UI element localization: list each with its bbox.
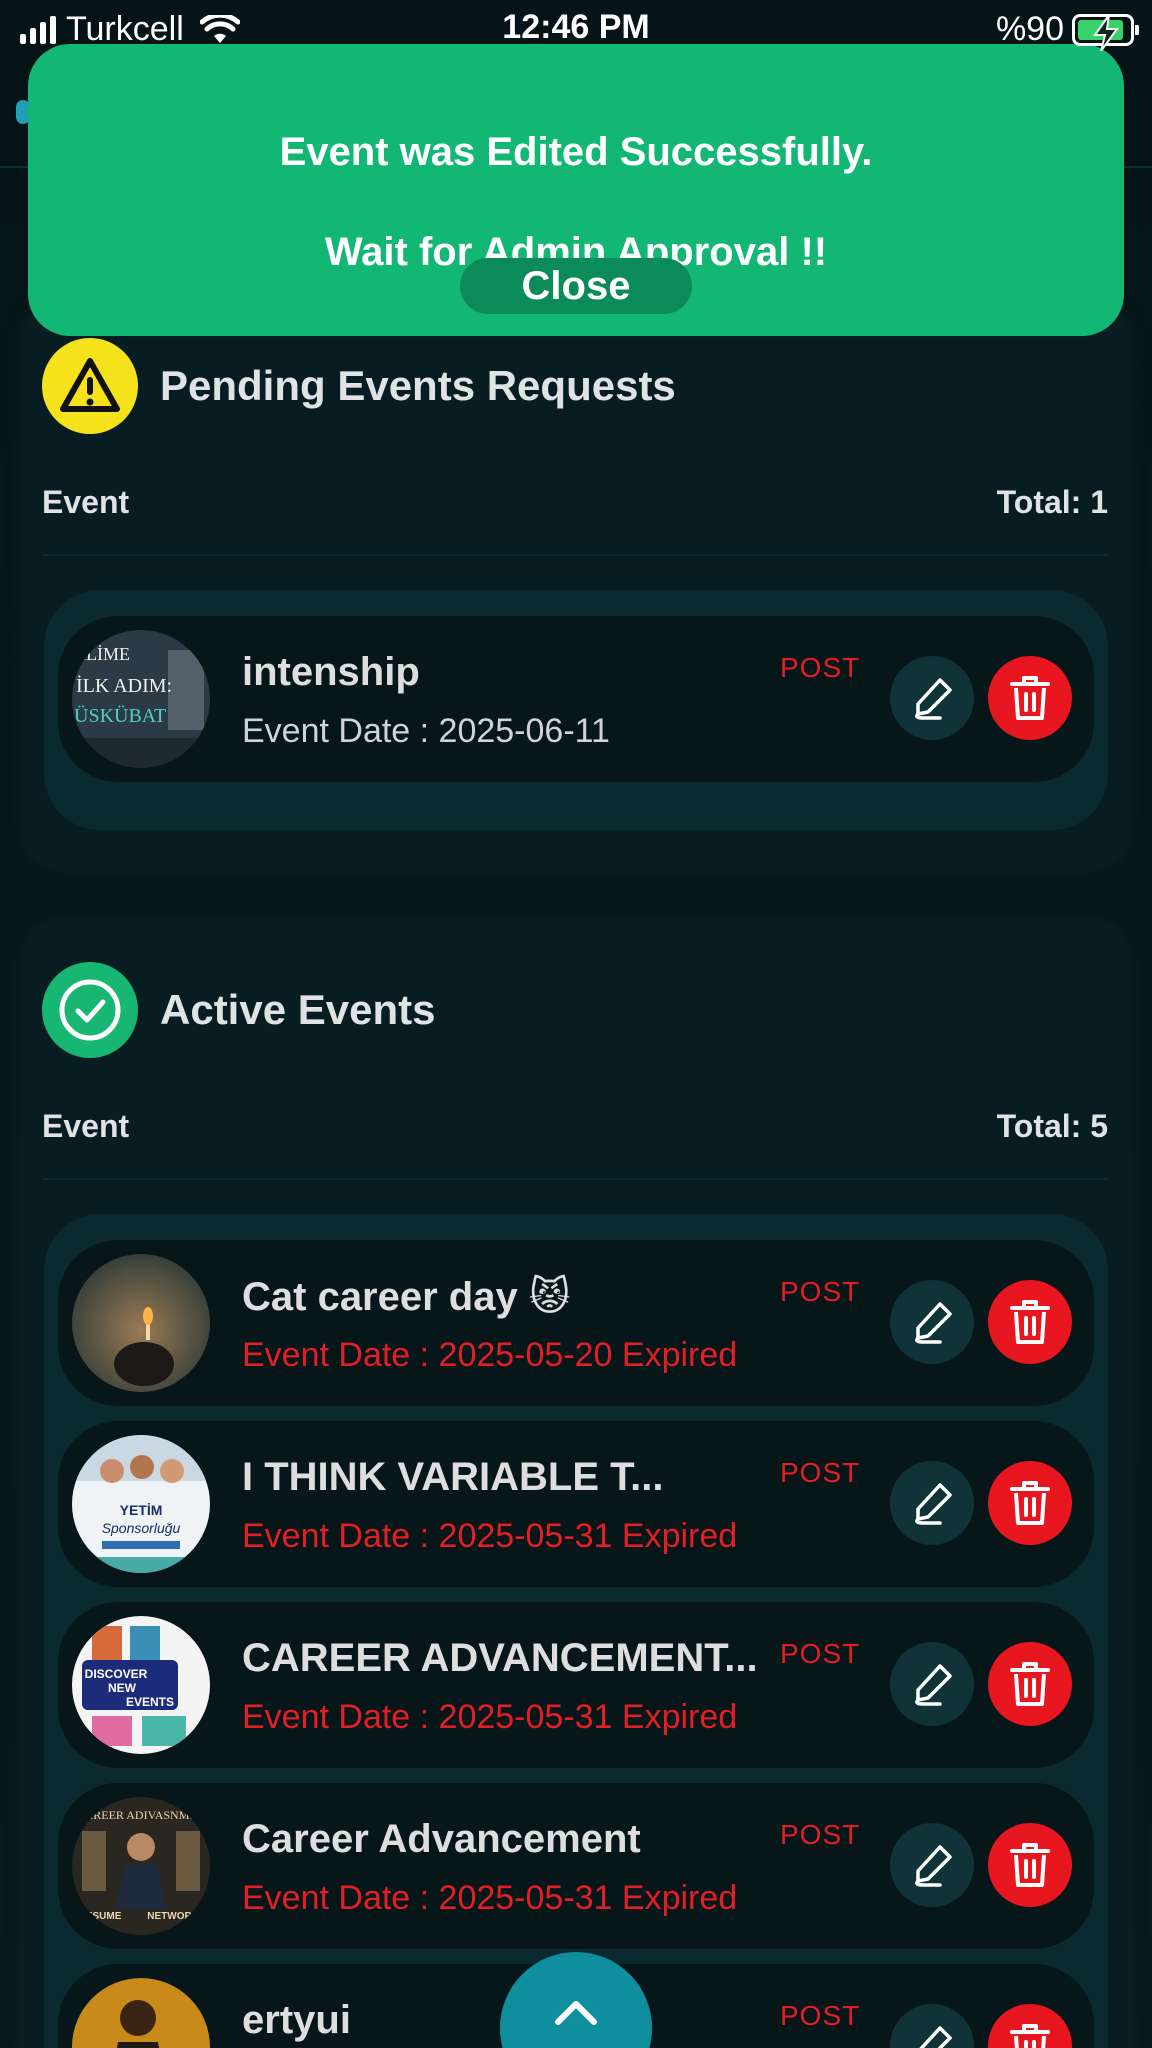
delete-button[interactable] [988,1280,1072,1364]
divider [42,1178,1108,1180]
delete-button[interactable] [988,1823,1072,1907]
post-tag: POST [780,1276,861,1307]
edit-button[interactable] [890,1642,974,1726]
toast-close-button[interactable]: Close [460,258,692,314]
post-tag: POST [780,1638,861,1669]
trash-icon [1010,1300,1050,1344]
trash-icon [1010,2024,1050,2048]
pending-events-section: Pending Events Requests Event Total: 1 İ… [24,300,1128,870]
pencil-icon [915,678,952,720]
list-item[interactable]: DISCOVER NEW EVENTS CAREER ADVANCEMENT..… [58,1602,1094,1768]
event-thumbnail: İLİME İLK ADIM: ÜSKÜBAT [72,630,210,768]
post-tag: POST [780,2000,861,2031]
battery-icon [1072,13,1139,51]
event-title: Cat career day 😾 [242,1275,571,1319]
event-title: Career Advancement [242,1817,641,1861]
pencil-icon [915,1664,952,1706]
svg-text:İLİME: İLİME [80,644,130,664]
post-tag: POST [780,1457,861,1488]
event-title: I THINK VARIABLE T... [242,1455,664,1499]
post-tag: POST [780,1819,861,1850]
edit-button[interactable] [890,1823,974,1907]
event-date: Event Date : 2025-05-31 Expired [242,1517,738,1555]
list-item[interactable]: Cat career day 😾 Event Date : 2025-05-20… [58,1240,1094,1406]
svg-text:YETİM: YETİM [120,1502,163,1518]
event-date: Event Date : 2025-05-31 Expired [242,1879,738,1917]
edit-button[interactable] [890,1461,974,1545]
success-toast: Event was Edited Successfully. Wait for … [28,44,1124,336]
event-thumbnail: DISCOVER NEW EVENTS [72,1616,210,1754]
active-events-section: Active Events Event Total: 5 Cat career … [24,920,1128,2048]
trash-icon [1010,1662,1050,1706]
delete-button[interactable] [988,1461,1072,1545]
edit-button[interactable] [890,1280,974,1364]
event-thumbnail [72,1254,210,1392]
column-label: Event [42,484,130,520]
list-item[interactable]: CAREER ADIVASNMEN RESUME NETWORKING Care… [58,1783,1094,1949]
event-list: Cat career day 😾 Event Date : 2025-05-20… [44,1214,1108,2048]
svg-text:CAREER ADIVASNMEN: CAREER ADIVASNMEN [77,1808,206,1822]
svg-text:NEW: NEW [108,1681,137,1695]
section-title: Active Events [160,986,436,1033]
svg-text:DISCOVER: DISCOVER [85,1667,148,1681]
list-item[interactable]: İLİME İLK ADIM: ÜSKÜBAT intenship Event … [58,616,1094,782]
svg-text:NETWORKING: NETWORKING [147,1911,210,1922]
total-count: Total: 1 [996,484,1108,520]
divider [42,554,1108,556]
pencil-icon [915,1483,952,1525]
event-date: Event Date : 2025-05-20 Expired [242,1336,738,1374]
event-title: CAREER ADVANCEMENT... [242,1636,758,1680]
battery-percent: %90 [995,10,1064,48]
delete-button[interactable] [988,1642,1072,1726]
edit-button[interactable] [890,2004,974,2048]
event-thumbnail: CAREER ADIVASNMEN RESUME NETWORKING [72,1797,210,1935]
trash-icon [1010,676,1050,720]
pencil-icon [915,1302,952,1344]
event-date: Event Date : 2025-06-11 [242,712,610,750]
svg-text:ÜSKÜBAT: ÜSKÜBAT [74,704,166,727]
edit-button[interactable] [890,656,974,740]
column-label: Event [42,1108,130,1144]
event-title: ertyui [242,1998,351,2042]
clock: 12:46 PM [502,8,650,46]
trash-icon [1010,1843,1050,1887]
toast-message: Event was Edited Successfully. [279,130,873,174]
trash-icon [1010,1481,1050,1525]
pencil-icon [915,1845,952,1887]
svg-text:İLK ADIM:: İLK ADIM: [76,674,172,697]
delete-button[interactable] [988,656,1072,740]
event-thumbnail [72,1978,210,2048]
event-date: Event Date : 2025-05-31 Expired [242,1698,738,1736]
check-circle-icon [42,962,138,1058]
status-bar: Turkcell 12:46 PM %90 [0,0,1152,56]
pencil-icon [919,2026,952,2048]
warning-icon [42,338,138,434]
total-count: Total: 5 [996,1108,1108,1144]
svg-text:EVENTS: EVENTS [126,1695,174,1709]
list-item[interactable]: YETİM Sponsorluğu I THINK VARIABLE T... … [58,1421,1094,1587]
post-tag: POST [780,652,861,683]
event-list: İLİME İLK ADIM: ÜSKÜBAT intenship Event … [44,590,1108,830]
event-title: intenship [242,650,420,694]
svg-text:RESUME: RESUME [79,1911,122,1922]
section-title: Pending Events Requests [160,362,676,409]
delete-button[interactable] [988,2004,1072,2048]
event-thumbnail: YETİM Sponsorluğu [72,1435,210,1573]
svg-text:Sponsorluğu: Sponsorluğu [102,1520,181,1536]
chevron-up-icon [555,2001,597,2025]
events-screen: Turkcell 12:46 PM %90 Event was Edited S… [0,0,1152,2048]
